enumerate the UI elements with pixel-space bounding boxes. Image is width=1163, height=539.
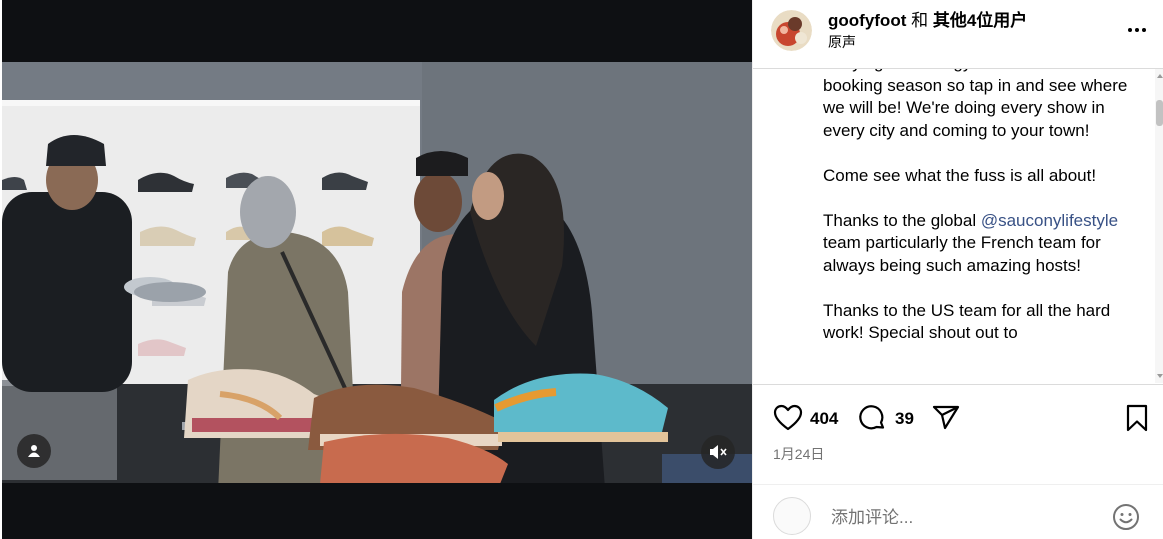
user-tag-button[interactable] xyxy=(17,434,51,468)
smiley-icon xyxy=(1113,504,1139,530)
paper-plane-icon xyxy=(932,405,960,430)
bookmark-icon xyxy=(1126,404,1148,432)
more-options-button[interactable] xyxy=(1123,18,1153,42)
speaker-muted-icon xyxy=(710,445,727,459)
more-horizontal-icon xyxy=(1128,28,1146,32)
scroll-up-arrow-icon[interactable] xyxy=(1157,74,1163,78)
caption-text-segment: Thanks to the global xyxy=(823,210,981,230)
author-line: goofyfoot 和 其他4位用户 xyxy=(828,11,1027,31)
comment-button[interactable] xyxy=(857,403,887,433)
scroll-down-arrow-icon[interactable] xyxy=(1157,374,1163,378)
coauthors-link[interactable]: 其他4位用户 xyxy=(933,11,1027,30)
video-player[interactable] xyxy=(2,62,752,483)
mention-link[interactable]: @sauconylifestyle xyxy=(981,211,1118,230)
save-button[interactable] xyxy=(1123,403,1151,433)
post-actions: 404 39 1月24日 xyxy=(753,384,1163,484)
caption-paragraph: Come see what the fuss is all about! xyxy=(823,165,1097,185)
comment-count[interactable]: 39 xyxy=(895,409,914,429)
post-header: goofyfoot 和 其他4位用户 原声 xyxy=(753,0,1163,69)
heart-outline-icon xyxy=(773,404,803,431)
scrollbar-thumb[interactable] xyxy=(1156,100,1163,126)
author-separator: 和 xyxy=(911,11,929,30)
post-caption: carrying this energy into the 2024 booki… xyxy=(823,69,1133,367)
post-date[interactable]: 1月24日 xyxy=(773,444,824,464)
comment-composer xyxy=(753,484,1163,539)
author-avatar[interactable] xyxy=(771,10,812,51)
caption-text-segment: team particularly the French team for al… xyxy=(823,233,1101,275)
caption-paragraph: carrying this energy into the 2024 booki… xyxy=(823,69,1128,140)
current-user-avatar xyxy=(773,497,811,535)
post-media xyxy=(0,0,752,539)
comment-input[interactable] xyxy=(829,503,1103,533)
comment-bubble-icon xyxy=(859,405,885,430)
caption-paragraph: Thanks to the US team for all the hard w… xyxy=(823,300,1111,343)
like-count[interactable]: 404 xyxy=(810,409,838,429)
person-icon xyxy=(28,445,40,457)
caption-scroll-area[interactable]: carrying this energy into the 2024 booki… xyxy=(753,69,1163,383)
like-button[interactable] xyxy=(773,403,803,433)
audio-label[interactable]: 原声 xyxy=(828,34,856,51)
share-button[interactable] xyxy=(931,403,961,433)
post-panel: goofyfoot 和 其他4位用户 原声 carrying this ener… xyxy=(752,0,1163,539)
caption-paragraph: Thanks to the global @sauconylifestyle t… xyxy=(823,210,1133,278)
mute-button[interactable] xyxy=(701,435,735,469)
video-frame xyxy=(2,62,752,483)
emoji-button[interactable] xyxy=(1111,502,1141,532)
author-name[interactable]: goofyfoot xyxy=(828,11,906,30)
